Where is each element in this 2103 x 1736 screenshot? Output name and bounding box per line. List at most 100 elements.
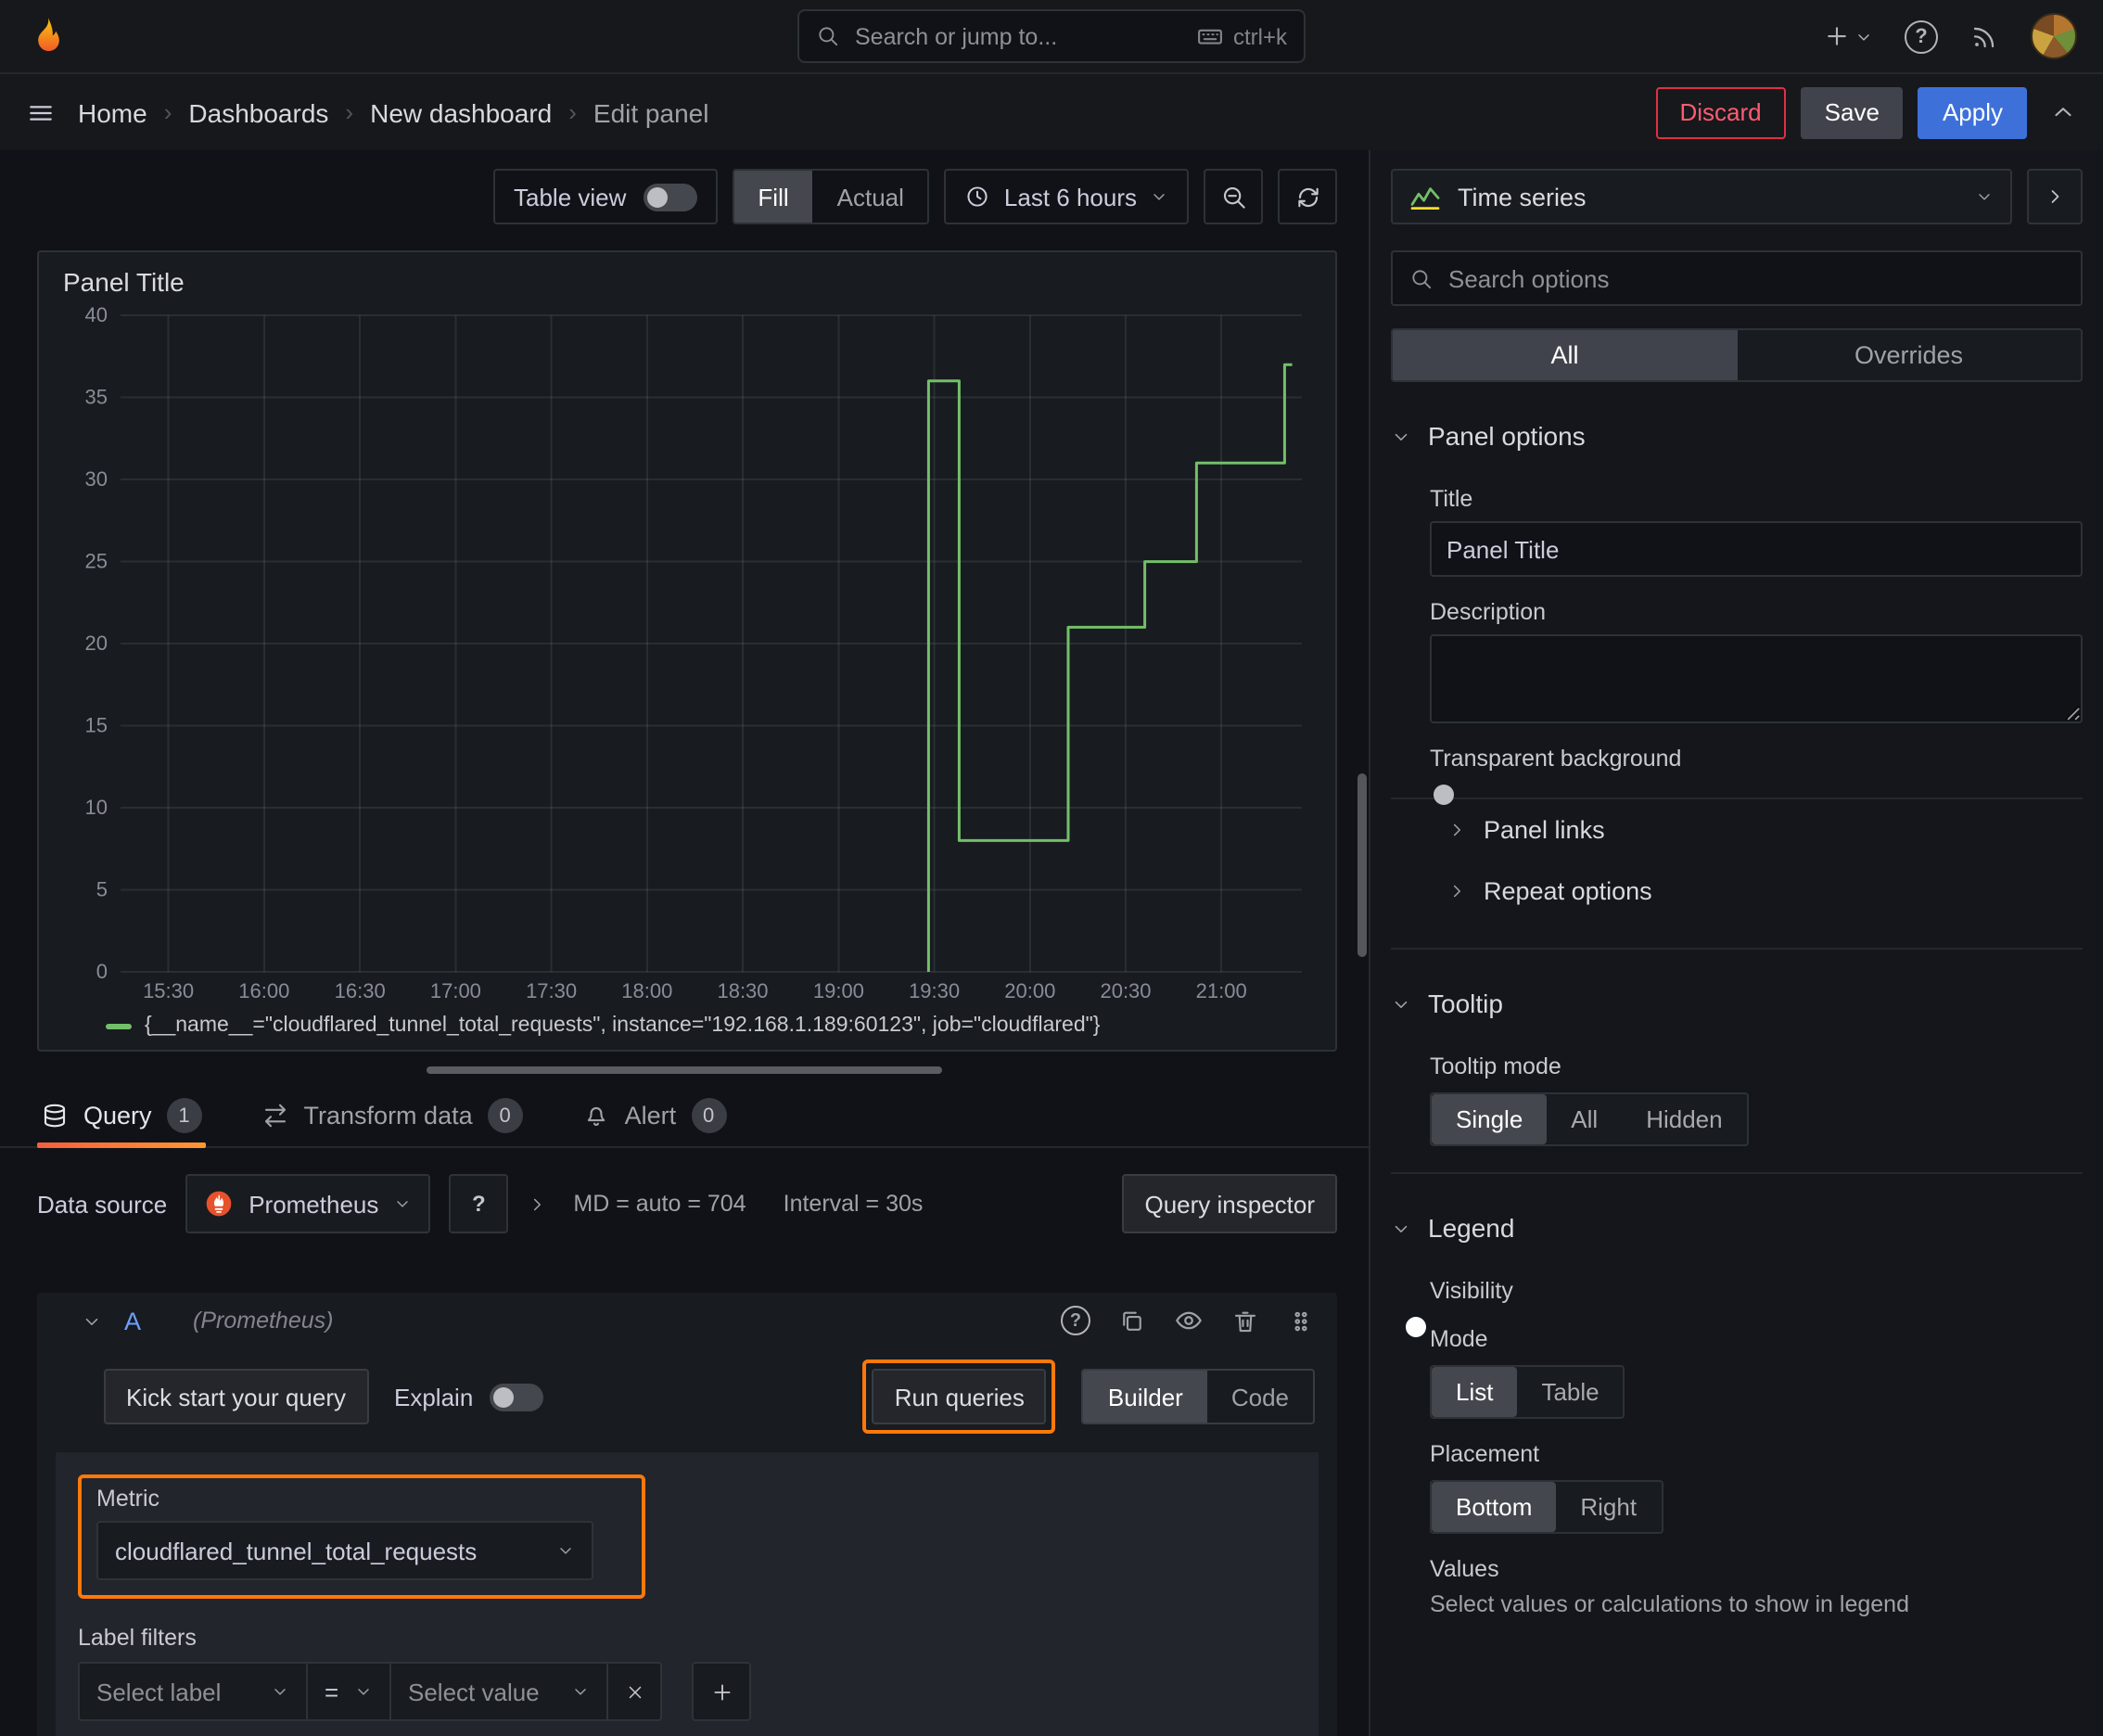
legend-item[interactable]: {__name__="cloudflared_tunnel_total_requ… <box>57 1009 1317 1042</box>
query-options-toggle[interactable] <box>527 1194 547 1214</box>
explain-toggle[interactable] <box>490 1383 544 1410</box>
prometheus-icon <box>206 1191 232 1217</box>
tooltip-mode-single[interactable]: Single <box>1432 1094 1548 1144</box>
visualization-picker[interactable]: Time series <box>1391 169 2012 224</box>
zoom-out-button[interactable] <box>1204 169 1263 224</box>
select-value-dropdown[interactable]: Select value <box>389 1662 608 1721</box>
svg-text:15: 15 <box>85 714 108 737</box>
actual-option[interactable]: Actual <box>813 171 928 223</box>
refresh-button[interactable] <box>1278 169 1337 224</box>
tooltip-mode-all[interactable]: All <box>1547 1094 1622 1144</box>
global-search-input[interactable]: Search or jump to... ctrl+k <box>797 9 1306 63</box>
legend-mode-list[interactable]: List <box>1432 1367 1518 1417</box>
tab-alert[interactable]: Alert 0 <box>579 1085 731 1146</box>
chevron-down-icon <box>560 1548 571 1554</box>
breadcrumb-separator: › <box>345 98 354 126</box>
save-button[interactable]: Save <box>1800 86 1904 138</box>
tab-query[interactable]: Query 1 <box>37 1085 206 1148</box>
add-button[interactable] <box>1823 22 1873 50</box>
breadcrumb-separator: › <box>568 98 577 126</box>
time-range-picker[interactable]: Last 6 hours <box>944 169 1189 224</box>
delete-query-icon[interactable] <box>1231 1307 1259 1334</box>
legend-section: Legend Visibility Mode List Table Placem… <box>1391 1204 2083 1617</box>
chevron-right-icon <box>2051 190 2059 203</box>
legend-label: {__name__="cloudflared_tunnel_total_requ… <box>145 1015 1101 1037</box>
svg-text:16:00: 16:00 <box>238 979 289 1002</box>
apply-button[interactable]: Apply <box>1918 86 2027 138</box>
grafana-logo-icon[interactable] <box>26 14 70 58</box>
svg-text:5: 5 <box>96 878 108 901</box>
zoom-out-icon <box>1222 185 1244 208</box>
datasource-help-button[interactable]: ? <box>449 1174 509 1233</box>
repeat-options-section[interactable]: Repeat options <box>1391 861 2083 922</box>
discard-button[interactable]: Discard <box>1655 86 1786 138</box>
table-view-toggle[interactable] <box>643 183 697 211</box>
all-overrides-group: All Overrides <box>1391 328 2083 382</box>
title-input[interactable] <box>1430 521 2083 577</box>
panel-options-header[interactable]: Panel options <box>1391 412 2083 460</box>
menu-toggle[interactable] <box>26 97 56 127</box>
legend-mode-label: Mode <box>1430 1326 1488 1352</box>
svg-text:19:30: 19:30 <box>909 979 960 1002</box>
editor-tabs: Query 1 Transform data 0 Alert 0 <box>0 1085 1369 1148</box>
panel-toolbar: Table view Fill Actual Last 6 hours <box>0 150 1369 224</box>
hide-response-icon[interactable] <box>1174 1306 1204 1335</box>
add-filter-button[interactable] <box>692 1662 751 1721</box>
svg-text:18:00: 18:00 <box>621 979 672 1002</box>
tooltip-mode-hidden[interactable]: Hidden <box>1622 1094 1746 1144</box>
builder-code-group: Builder Code <box>1081 1369 1315 1424</box>
horizontal-scrollbar[interactable] <box>427 1066 942 1074</box>
tab-overrides[interactable]: Overrides <box>1737 330 2081 380</box>
fill-option[interactable]: Fill <box>733 171 813 223</box>
vertical-scrollbar[interactable] <box>1357 773 1367 957</box>
description-textarea[interactable] <box>1430 634 2083 723</box>
legend-mode-table[interactable]: Table <box>1517 1367 1623 1417</box>
legend-values-label: Values <box>1430 1556 1499 1582</box>
select-label-dropdown[interactable]: Select label <box>78 1662 308 1721</box>
help-button[interactable]: ? <box>1905 19 1938 53</box>
legend-header[interactable]: Legend <box>1391 1204 2083 1252</box>
breadcrumb-separator: › <box>163 98 172 126</box>
run-queries-button[interactable]: Run queries <box>872 1369 1047 1424</box>
timeseries-chart[interactable]: 15:30 16:00 16:30 17:00 17:30 18:00 18:30 19:00… <box>57 300 1317 1009</box>
search-icon <box>819 27 838 46</box>
query-collapse-toggle[interactable] <box>82 1310 102 1331</box>
datasource-picker[interactable]: Prometheus <box>185 1174 431 1233</box>
svg-text:35: 35 <box>85 386 108 409</box>
panel-links-section[interactable]: Panel links <box>1391 799 2083 861</box>
breadcrumb-dashboards[interactable]: Dashboards <box>188 97 328 127</box>
tab-transform[interactable]: Transform data 0 <box>258 1085 527 1146</box>
tab-all[interactable]: All <box>1393 330 1737 380</box>
query-inspector-button[interactable]: Query inspector <box>1122 1174 1337 1233</box>
viz-suggestions-button[interactable] <box>2027 169 2083 224</box>
svg-text:20:00: 20:00 <box>1004 979 1055 1002</box>
metric-select[interactable]: cloudflared_tunnel_total_requests <box>96 1521 593 1580</box>
tooltip-header[interactable]: Tooltip <box>1391 979 2083 1028</box>
collapse-options-button[interactable] <box>2049 98 2077 126</box>
tooltip-section: Tooltip Tooltip mode Single All Hidden <box>1391 979 2083 1146</box>
kick-start-button[interactable]: Kick start your query <box>104 1369 368 1424</box>
legend-placement-right[interactable]: Right <box>1556 1482 1661 1532</box>
builder-option[interactable]: Builder <box>1083 1371 1207 1423</box>
drag-handle-icon[interactable] <box>1287 1307 1315 1334</box>
chevron-down-icon <box>358 1689 369 1695</box>
breadcrumb-new-dashboard[interactable]: New dashboard <box>370 97 552 127</box>
title-label: Title <box>1430 486 1473 512</box>
datasource-row: Data source Prometheus ? MD = auto = 704… <box>37 1174 1337 1233</box>
news-button[interactable] <box>1969 21 1999 51</box>
hamburger-icon <box>30 105 52 120</box>
alert-count-badge: 0 <box>691 1098 727 1133</box>
svg-text:10: 10 <box>85 796 108 819</box>
legend-placement-bottom[interactable]: Bottom <box>1432 1482 1557 1532</box>
breadcrumb-home[interactable]: Home <box>78 97 147 127</box>
avatar[interactable] <box>2031 13 2077 59</box>
query-actions-row: Kick start your query Explain Run querie… <box>37 1348 1337 1449</box>
options-search-input[interactable] <box>1448 264 2064 292</box>
remove-filter-button[interactable] <box>606 1662 662 1721</box>
operator-dropdown[interactable]: = <box>306 1662 391 1721</box>
code-option[interactable]: Code <box>1207 1371 1313 1423</box>
grafana-edit-panel-page: Search or jump to... ctrl+k ? Home › Das… <box>0 0 2103 1736</box>
top-nav-actions: ? <box>1823 13 2077 59</box>
duplicate-icon[interactable] <box>1118 1307 1146 1334</box>
query-help-button[interactable]: ? <box>1061 1306 1090 1335</box>
